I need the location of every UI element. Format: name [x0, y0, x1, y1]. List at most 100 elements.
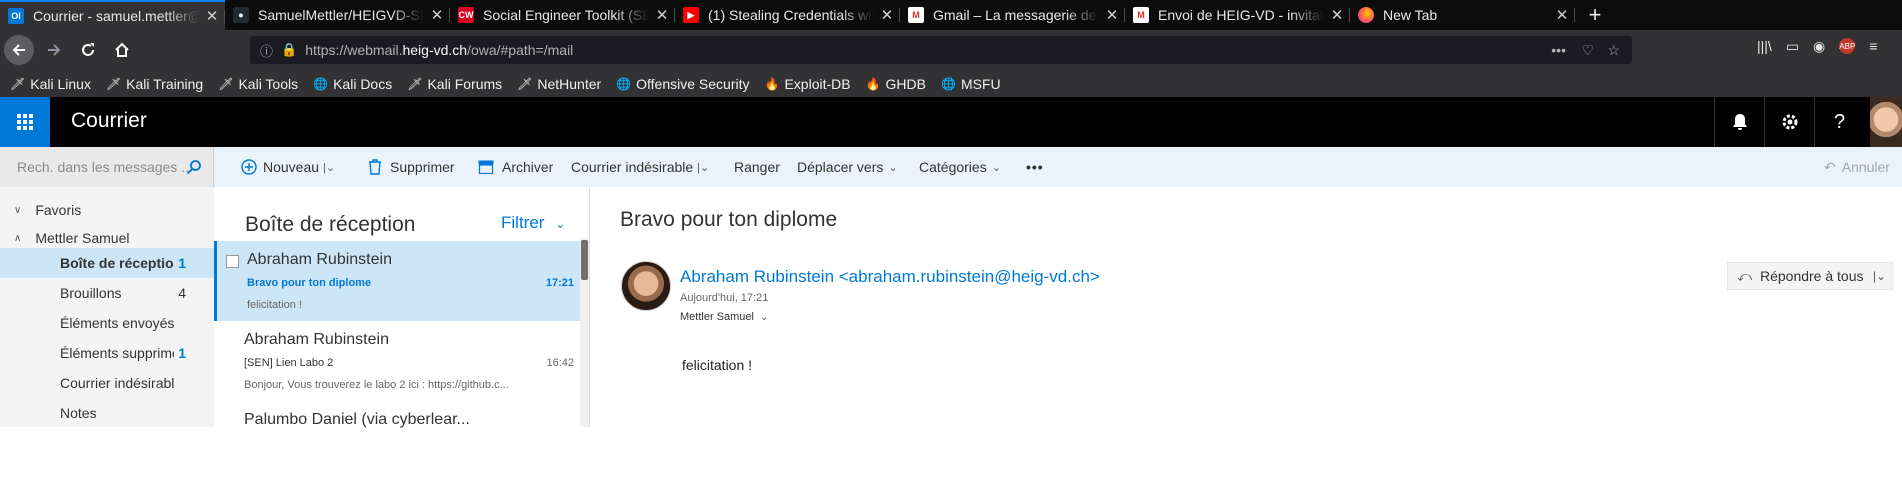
- message-row[interactable]: Abraham Rubinstein [SEN] Lien Labo 2 Bonjo…: [214, 321, 582, 401]
- tab-title: (1) Stealing Credentials with SET: [708, 7, 874, 23]
- undo-icon: ↶: [1824, 158, 1836, 175]
- browser-tab[interactable]: M Envoi de HEIG-VD - invitation ✕: [1125, 0, 1350, 30]
- reload-button[interactable]: [74, 36, 102, 64]
- browser-tab[interactable]: M Gmail – La messagerie de Google✕: [900, 0, 1125, 30]
- sidebar-toggle-icon[interactable]: ▭: [1786, 38, 1799, 55]
- junk-button[interactable]: Courrier indésirable |⌄: [571, 147, 709, 187]
- search-icon[interactable]: [186, 159, 202, 175]
- sender-name-email[interactable]: Abraham Rubinstein <abraham.rubinstein@h…: [680, 267, 1100, 287]
- bookmark-item[interactable]: 🌐 MSFU: [941, 76, 1001, 92]
- folder-item[interactable]: Éléments supprimés1: [0, 338, 214, 368]
- bookmark-item[interactable]: 🗡 Kali Training: [106, 76, 203, 92]
- bookmark-item[interactable]: 🗡 NetHunter: [517, 76, 601, 92]
- folder-item[interactable]: Boîte de réception 1: [0, 248, 214, 278]
- delete-button[interactable]: Supprimer: [368, 147, 455, 187]
- browser-tab[interactable]: ▶ (1) Stealing Credentials with SET✕: [675, 0, 900, 30]
- recipient-line[interactable]: Mettler Samuel ⌄: [680, 311, 768, 323]
- exploitdb-icon: 🔥: [764, 76, 780, 91]
- url-bar[interactable]: ⓘ 🔒 https://webmail.heig-vd.ch/owa/#path…: [250, 36, 1632, 64]
- filter-button[interactable]: Filtrer ⌄: [501, 213, 565, 233]
- adblock-icon[interactable]: ABP: [1839, 38, 1855, 54]
- bookmark-item[interactable]: 🗡 Kali Forums: [407, 76, 502, 92]
- bookmark-item[interactable]: 🌐 Kali Docs: [313, 76, 392, 92]
- close-tab-icon[interactable]: ✕: [199, 7, 225, 25]
- browser-tab[interactable]: ● SamuelMettler/HEIGVD-SEN-2019✕: [225, 0, 450, 30]
- settings-button[interactable]: [1764, 97, 1814, 147]
- archive-button[interactable]: Archiver: [478, 147, 553, 187]
- bookmark-item[interactable]: 🗡 Kali Linux: [10, 76, 91, 92]
- close-tab-icon[interactable]: ✕: [874, 6, 900, 24]
- undo-button[interactable]: ↶ Annuler: [1824, 147, 1890, 187]
- browser-tab[interactable]: New Tab ✕: [1350, 0, 1575, 30]
- more-actions-button[interactable]: •••: [1026, 147, 1044, 187]
- close-tab-icon[interactable]: ✕: [1099, 6, 1125, 24]
- message-preview: Bonjour, Vous trouverez le labo 2 ici : …: [244, 379, 509, 391]
- owa-header: Courrier ?: [0, 97, 1902, 147]
- user-avatar[interactable]: [1870, 97, 1902, 147]
- bookmark-item[interactable]: 🔥 Exploit-DB: [765, 76, 851, 92]
- back-button[interactable]: [4, 35, 34, 65]
- close-tab-icon[interactable]: ✕: [1324, 6, 1350, 24]
- forward-button[interactable]: [40, 36, 68, 64]
- url-prefix: https://webmail.: [305, 42, 403, 58]
- folder-item[interactable]: Courrier indésirable: [0, 368, 214, 398]
- close-tab-icon[interactable]: ✕: [424, 6, 450, 24]
- sender-avatar[interactable]: [621, 261, 671, 311]
- folder-item[interactable]: Éléments envoyés: [0, 308, 214, 338]
- search-box[interactable]: Rech. dans les messages ...: [0, 147, 214, 187]
- categories-button[interactable]: Catégories ⌄: [919, 147, 1001, 187]
- tab-divider: [1574, 8, 1575, 22]
- search-input[interactable]: Rech. dans les messages ...: [17, 159, 193, 175]
- sweep-button[interactable]: Ranger: [734, 147, 780, 187]
- close-tab-icon[interactable]: ✕: [1549, 6, 1575, 24]
- message-date: Aujourd'hui, 17:21: [680, 292, 769, 304]
- chevron-down-icon[interactable]: |⌄: [1873, 269, 1886, 283]
- message-checkbox[interactable]: [226, 255, 239, 268]
- reply-all-button[interactable]: ⤺ Répondre à tous |⌄: [1727, 262, 1893, 290]
- info-icon[interactable]: ⓘ: [260, 41, 273, 60]
- waffle-icon: [17, 114, 33, 130]
- browser-tab[interactable]: Ol Courrier - samuel.mettler@heig-vd.ch✕: [0, 0, 225, 30]
- help-icon: ?: [1833, 110, 1846, 133]
- lock-icon[interactable]: 🔒: [281, 42, 297, 58]
- bookmark-item[interactable]: 🗡 Kali Tools: [218, 76, 298, 92]
- message-row[interactable]: Abraham Rubinstein Bravo pour ton diplome…: [214, 241, 582, 321]
- home-button[interactable]: [108, 36, 136, 64]
- menu-icon[interactable]: ≡: [1869, 38, 1877, 55]
- new-tab-button[interactable]: +: [1575, 0, 1615, 30]
- url-host: heig-vd.ch: [402, 42, 468, 58]
- bookmark-star-icon[interactable]: ☆: [1607, 42, 1620, 59]
- reply-all-icon: ⤺: [1737, 267, 1752, 284]
- scrollbar-thumb[interactable]: [581, 240, 588, 280]
- tab-title: Envoi de HEIG-VD - invitation: [1158, 7, 1324, 23]
- url-text[interactable]: https://webmail.heig-vd.ch/owa/#path=/ma…: [305, 42, 573, 58]
- tab-title: New Tab: [1383, 7, 1438, 23]
- move-to-button[interactable]: Déplacer vers ⌄: [797, 147, 898, 187]
- pocket-icon[interactable]: ♡: [1581, 42, 1594, 59]
- help-button[interactable]: ?: [1814, 97, 1864, 147]
- message-list-scrollbar[interactable]: [580, 238, 589, 427]
- bookmark-item[interactable]: 🔥 GHDB: [866, 76, 926, 92]
- chevron-down-icon[interactable]: |⌄: [323, 161, 335, 174]
- message-sender: Abraham Rubinstein: [244, 331, 389, 348]
- favorites-header[interactable]: ∨ Favoris: [0, 195, 214, 225]
- library-icon[interactable]: |||\: [1757, 38, 1772, 55]
- set-icon: CW: [458, 7, 474, 23]
- browser-tab[interactable]: CW Social Engineer Toolkit (SET) ✕: [450, 0, 675, 30]
- folder-item[interactable]: Notes: [0, 398, 214, 428]
- chevron-down-icon[interactable]: |⌄: [697, 161, 709, 174]
- bookmark-item[interactable]: 🌐 Offensive Security: [616, 76, 749, 92]
- message-row[interactable]: Palumbo Daniel (via cyberlear...: [214, 401, 582, 481]
- app-launcher-button[interactable]: [0, 97, 50, 147]
- trash-icon: [369, 159, 381, 175]
- notifications-button[interactable]: [1714, 97, 1764, 147]
- page-actions-icon[interactable]: •••: [1551, 42, 1566, 58]
- new-button[interactable]: Nouveau |⌄: [241, 147, 335, 187]
- reload-icon: [82, 43, 94, 56]
- folder-item[interactable]: Brouillons 4: [0, 278, 214, 308]
- expand-recipients-icon[interactable]: ⌄: [760, 312, 768, 323]
- account-icon[interactable]: ◉: [1813, 38, 1825, 55]
- close-tab-icon[interactable]: ✕: [649, 6, 675, 24]
- favorites-label: Favoris: [35, 202, 82, 218]
- bookmark-label: Offensive Security: [636, 75, 750, 92]
